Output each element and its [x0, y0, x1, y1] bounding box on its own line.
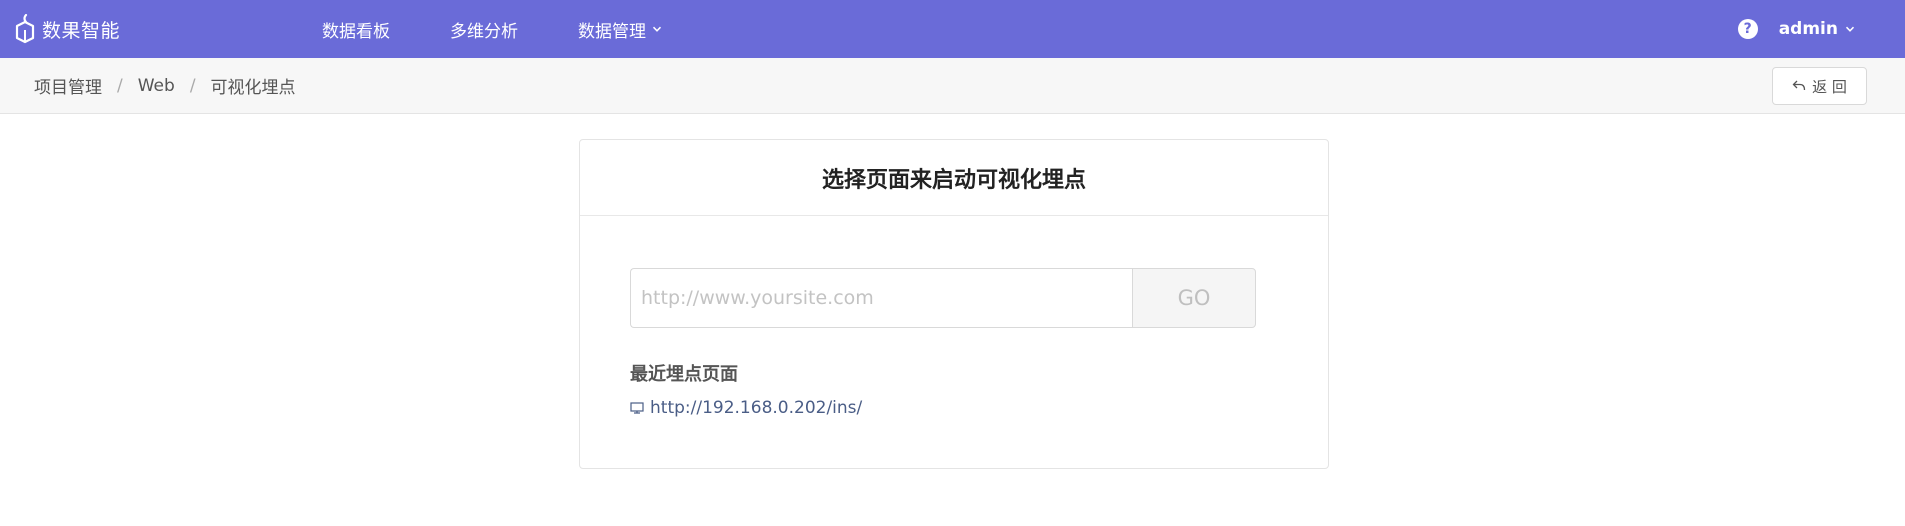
- main-nav: 数据看板 多维分析 数据管理: [322, 0, 722, 58]
- nav-item-dashboard[interactable]: 数据看板: [322, 17, 390, 42]
- breadcrumb-separator: /: [189, 75, 196, 96]
- desktop-icon: [630, 402, 644, 414]
- breadcrumb-item-visual-tracking: 可视化埋点: [210, 78, 296, 98]
- back-button-label: 返 回: [1812, 77, 1847, 96]
- chevron-down-icon: [1845, 26, 1855, 32]
- return-arrow-icon: [1792, 80, 1806, 91]
- go-button[interactable]: GO: [1132, 268, 1256, 328]
- url-input[interactable]: [630, 268, 1132, 328]
- breadcrumb-bar: 项目管理 / Web / 可视化埋点 返 回: [0, 58, 1905, 114]
- top-navbar: 数果智能 数据看板 多维分析 数据管理 ? admin: [0, 0, 1905, 58]
- header-tools: ? admin: [1737, 0, 1855, 58]
- recent-page-link[interactable]: http://192.168.0.202/ins/: [630, 398, 862, 418]
- breadcrumb-item-web[interactable]: Web: [138, 76, 175, 96]
- recent-pages-title: 最近埋点页面: [630, 364, 738, 385]
- user-menu[interactable]: admin: [1779, 19, 1855, 39]
- url-input-group: GO: [630, 268, 1256, 328]
- recent-page-url: http://192.168.0.202/ins/: [650, 398, 863, 418]
- chevron-down-icon: [652, 26, 662, 32]
- card-title: 选择页面来启动可视化埋点: [580, 140, 1328, 216]
- username: admin: [1778, 19, 1838, 39]
- nav-item-label: 多维分析: [450, 21, 518, 42]
- start-visual-tracking-card: 选择页面来启动可视化埋点 GO 最近埋点页面 http://192.168.0.…: [579, 139, 1329, 469]
- help-icon[interactable]: ?: [1737, 19, 1758, 39]
- nav-item-analysis[interactable]: 多维分析: [450, 17, 518, 42]
- brand-name: 数果智能: [42, 19, 121, 42]
- back-button[interactable]: 返 回: [1772, 67, 1867, 105]
- nav-item-data-management[interactable]: 数据管理: [578, 17, 662, 42]
- nav-item-label: 数据看板: [322, 21, 390, 42]
- breadcrumb-item-project[interactable]: 项目管理: [34, 73, 102, 98]
- breadcrumb: 项目管理 / Web / 可视化埋点: [34, 58, 296, 113]
- nav-item-label: 数据管理: [578, 21, 646, 42]
- brand-logo[interactable]: 数果智能: [14, 12, 120, 46]
- breadcrumb-separator: /: [117, 75, 123, 96]
- logo-icon: [15, 14, 35, 44]
